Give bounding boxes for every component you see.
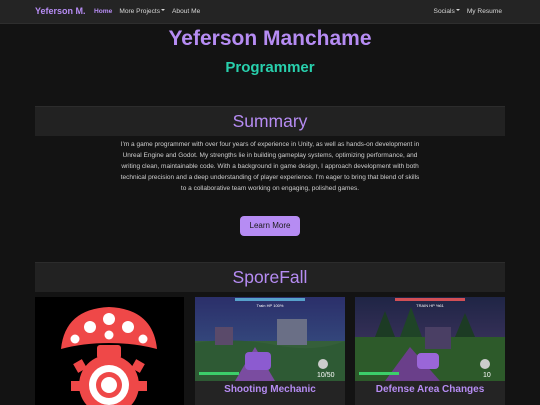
- gameplay-screenshot-image: Train HP 100% 10/50: [195, 297, 345, 381]
- sporefall-logo-card[interactable]: [35, 297, 184, 405]
- nav-home[interactable]: Home: [94, 8, 112, 15]
- defense-area-card[interactable]: TRAIN HP %61 10 Defense Area Changes: [355, 297, 505, 405]
- summary-heading: Summary: [35, 106, 505, 136]
- nav-about-me[interactable]: About Me: [172, 8, 200, 15]
- svg-text:TRAIN HP %61: TRAIN HP %61: [416, 303, 444, 308]
- nav-socials-dropdown[interactable]: Socials: [434, 8, 460, 15]
- nav-left: Home More Projects About Me: [94, 8, 200, 15]
- svg-text:10/50: 10/50: [317, 372, 335, 379]
- hero-name: Yeferson Manchame: [168, 27, 372, 50]
- navbar: Yeferson M. Home More Projects About Me …: [0, 0, 540, 24]
- gameplay-screenshot-image: TRAIN HP %61 10: [355, 297, 505, 381]
- shooting-mechanic-card[interactable]: Train HP 100% 10/50 Shooting Mechanic: [195, 297, 345, 405]
- nav-more-projects-label: More Projects: [119, 8, 161, 15]
- svg-text:10: 10: [483, 372, 491, 379]
- nav-socials-label: Socials: [433, 8, 455, 15]
- mushroom-logo-icon: [35, 297, 184, 405]
- card-title: Shooting Mechanic: [224, 384, 316, 395]
- nav-right: Socials My Resume: [434, 8, 502, 15]
- caret-down-icon: [161, 9, 166, 12]
- brand-link[interactable]: Yeferson M.: [35, 6, 86, 16]
- learn-more-button[interactable]: Learn More: [240, 216, 300, 236]
- caret-down-icon: [455, 9, 460, 12]
- nav-my-resume[interactable]: My Resume: [467, 8, 502, 15]
- svg-text:Train HP 100%: Train HP 100%: [257, 303, 284, 308]
- nav-more-projects-dropdown[interactable]: More Projects: [119, 8, 166, 15]
- hero-role: Programmer: [225, 59, 315, 76]
- sporefall-heading: SporeFall: [35, 262, 505, 292]
- card-title: Defense Area Changes: [375, 384, 485, 395]
- summary-text: I'm a game programmer with over four yea…: [120, 141, 420, 192]
